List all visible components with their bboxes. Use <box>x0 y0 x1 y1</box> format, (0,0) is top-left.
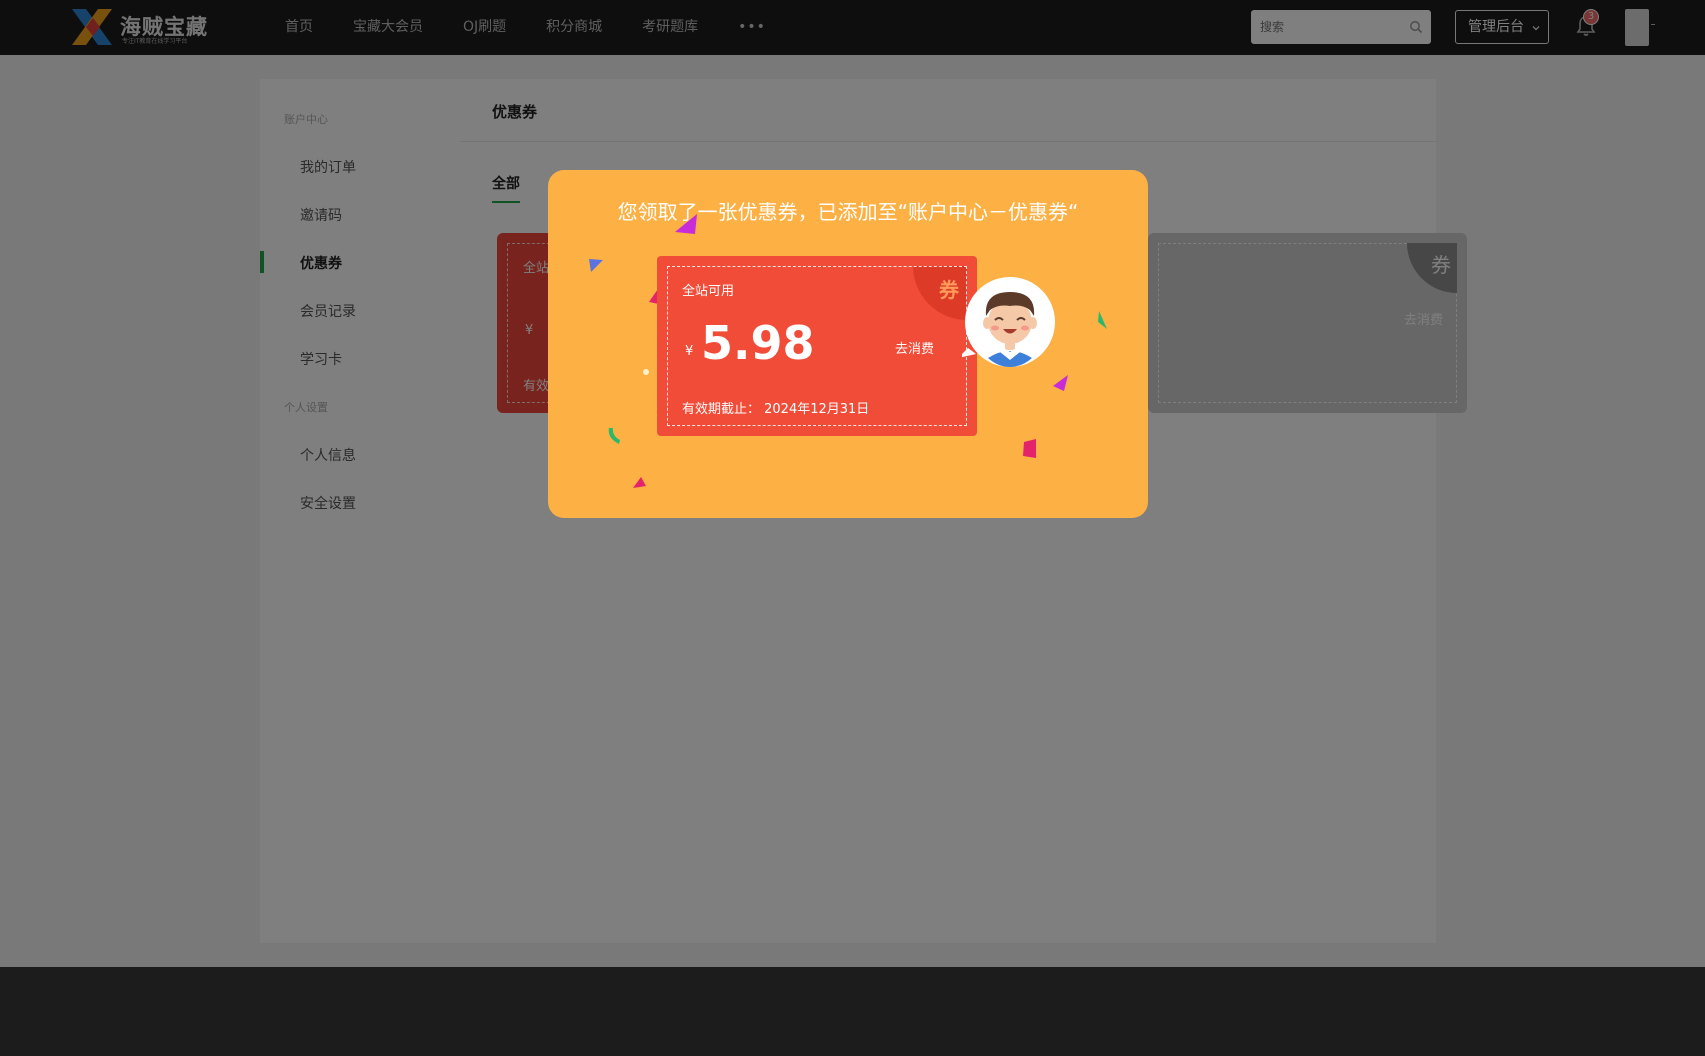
footer <box>0 967 1705 1056</box>
coupon-received-dialog: 您领取了一张优惠券，已添加至“账户中心－优惠券“ 券 全站可用 ¥ 5.98 去… <box>548 170 1148 518</box>
coupon-expiry: 有效期截止： 2024年12月31日 <box>682 402 870 417</box>
confetti-icon <box>1098 311 1107 329</box>
confetti-icon <box>633 477 646 488</box>
coupon-scope: 全站可用 <box>682 284 735 299</box>
confetti-icon <box>1023 439 1036 458</box>
dialog-message: 您领取了一张优惠券，已添加至“账户中心－优惠券“ <box>617 200 1079 224</box>
confetti-icon <box>1053 375 1068 391</box>
coupon-edge-left <box>657 262 661 430</box>
confetti-icon <box>643 369 649 375</box>
confetti-icon <box>589 259 603 272</box>
cartoon-boy-icon <box>962 277 1055 367</box>
coupon-currency: ¥ <box>685 344 694 359</box>
coupon-use-link[interactable]: 去消费 <box>895 338 934 357</box>
coupon-card[interactable]: 券 全站可用 ¥ 5.98 去消费 有效期截止： 2024年12月31日 <box>657 256 977 436</box>
confetti-icon <box>608 428 620 444</box>
confetti-icon <box>675 214 697 234</box>
coupon-amount: 5.98 <box>701 316 815 370</box>
